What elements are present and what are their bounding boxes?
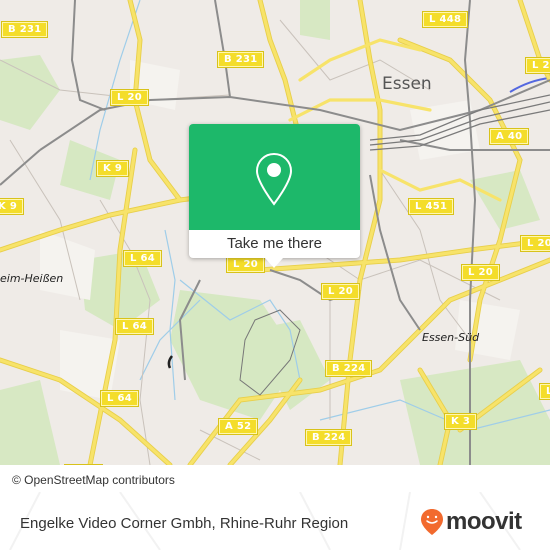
road-label-a52: A 52 <box>217 418 259 435</box>
road-label-k9: K 9 <box>95 160 130 177</box>
moovit-wordmark: moovit <box>446 508 522 535</box>
road-label-l20: L 20 <box>525 57 550 74</box>
road-label-partial: L <box>539 383 550 400</box>
road-label-l64: L 64 <box>115 318 154 335</box>
moovit-pin-icon <box>421 509 443 535</box>
map-pin-icon <box>255 152 293 206</box>
road-label-l448: L 448 <box>421 11 469 28</box>
road-label-b231: B 231 <box>0 21 49 38</box>
place-label-essen: Essen <box>382 74 432 94</box>
map-view[interactable]: B 231 B 231 L 448 L 20 L 20 K 9 K 9 A 40… <box>0 0 550 465</box>
road-label-l20: L 20 <box>321 283 360 300</box>
take-me-there-button[interactable]: Take me there <box>189 230 360 258</box>
place-label-heissen: eim-Heißen <box>0 272 64 285</box>
road-label-l20: L 20 <box>461 264 500 281</box>
map-attribution[interactable]: © OpenStreetMap contributors <box>0 468 187 492</box>
road-label-l64: L 64 <box>123 250 162 267</box>
place-label-essen-sued: Essen-Süd <box>422 331 480 344</box>
road-label-b224: B 224 <box>324 360 373 377</box>
road-label-l20: L 20 <box>226 256 265 273</box>
road-label-k9: K 9 <box>0 198 25 215</box>
road-label-l20: L 20 <box>520 235 550 252</box>
place-title: Engelke Video Corner Gmbh, Rhine-Ruhr Re… <box>20 515 349 532</box>
road-label-l451: L 451 <box>407 198 455 215</box>
road-label-b231: B 231 <box>216 51 265 68</box>
popup-pointer <box>265 258 283 268</box>
road-label-l20: L 20 <box>110 89 149 106</box>
footer: Engelke Video Corner Gmbh, Rhine-Ruhr Re… <box>0 492 550 550</box>
road-label-l64: L 64 <box>100 390 139 407</box>
location-popup: Take me there <box>189 124 360 268</box>
popup-header <box>189 124 360 230</box>
moovit-logo[interactable]: moovit <box>420 508 522 536</box>
road-label-k3: K 3 <box>443 413 478 430</box>
road-label-a40: A 40 <box>488 128 530 145</box>
road-label-b224: B 224 <box>304 429 353 446</box>
